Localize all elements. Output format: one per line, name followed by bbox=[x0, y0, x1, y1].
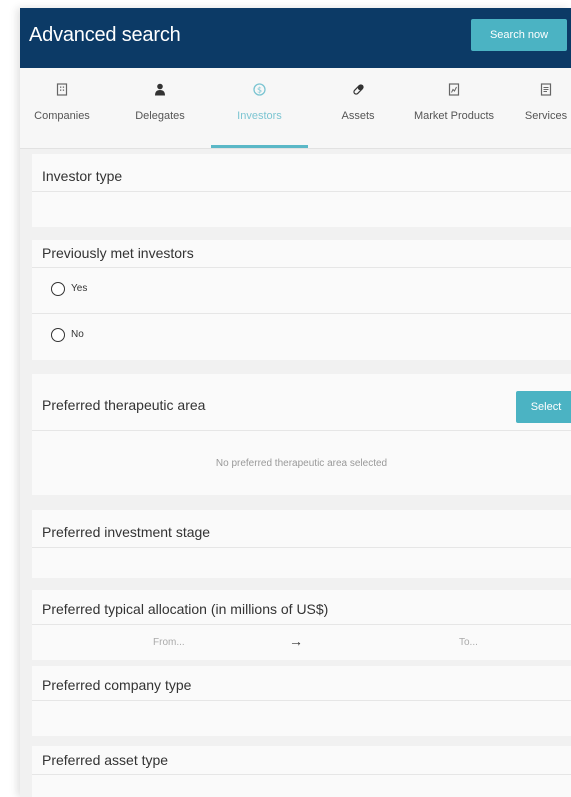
tab-label: Investors bbox=[237, 110, 282, 122]
radio-button[interactable] bbox=[51, 328, 65, 342]
empty-state-text: No preferred therapeutic area selected bbox=[215, 458, 388, 469]
tab-label: Services bbox=[524, 110, 568, 122]
search-now-button[interactable]: Search now bbox=[471, 19, 567, 51]
section-title: Previously met investors bbox=[42, 245, 194, 261]
investment-stage-section: Preferred investment stage bbox=[32, 510, 571, 578]
tab-companies[interactable]: Companies bbox=[22, 68, 102, 144]
radio-label: Yes bbox=[71, 283, 88, 294]
divider bbox=[32, 624, 571, 625]
typical-allocation-section: Preferred typical allocation (in million… bbox=[32, 590, 571, 660]
page-title: Advanced search bbox=[29, 24, 181, 46]
section-title: Preferred therapeutic area bbox=[42, 397, 206, 413]
select-therapeutic-area-button[interactable]: Select bbox=[516, 391, 571, 423]
advanced-search-panel: Advanced search Search now Companies Del… bbox=[20, 8, 571, 797]
arrow-right-icon: → bbox=[289, 633, 303, 649]
tab-label: Market Products bbox=[413, 110, 495, 122]
tab-label: Assets bbox=[341, 110, 375, 122]
header-bar: Advanced search Search now bbox=[20, 8, 571, 68]
radio-option-no[interactable]: No bbox=[32, 314, 571, 358]
tab-delegates[interactable]: Delegates bbox=[117, 68, 203, 144]
allocation-to-input[interactable]: To... bbox=[459, 637, 478, 648]
tab-label: Companies bbox=[34, 110, 90, 122]
radio-label: No bbox=[71, 329, 84, 340]
active-tab-indicator bbox=[211, 145, 308, 148]
investor-type-field[interactable] bbox=[32, 192, 571, 227]
radio-button[interactable] bbox=[51, 282, 65, 296]
asset-type-section: Preferred asset type bbox=[32, 746, 571, 797]
tab-investors[interactable]: $ Investors bbox=[211, 68, 308, 148]
document-icon bbox=[506, 83, 571, 97]
divider bbox=[32, 430, 571, 431]
asset-type-field[interactable] bbox=[32, 775, 571, 797]
svg-text:$: $ bbox=[257, 86, 262, 95]
allocation-from-input[interactable]: From... bbox=[153, 637, 185, 648]
section-title: Preferred asset type bbox=[42, 752, 169, 768]
tab-label: Delegates bbox=[135, 110, 185, 122]
section-title: Preferred company type bbox=[42, 677, 192, 693]
company-type-field[interactable] bbox=[32, 701, 571, 736]
section-title: Investor type bbox=[42, 168, 123, 184]
therapeutic-area-section: Preferred therapeutic area Select No pre… bbox=[32, 374, 571, 495]
radio-option-yes[interactable]: Yes bbox=[32, 268, 571, 312]
person-icon bbox=[117, 83, 203, 97]
building-icon bbox=[22, 83, 102, 97]
section-title: Preferred typical allocation (in million… bbox=[42, 601, 329, 617]
product-box-icon bbox=[408, 83, 500, 97]
previously-met-section: Previously met investors Yes No bbox=[32, 240, 571, 360]
pill-icon bbox=[316, 83, 400, 97]
tab-services[interactable]: Services bbox=[506, 68, 571, 144]
company-type-section: Preferred company type bbox=[32, 666, 571, 736]
coin-icon: $ bbox=[211, 83, 308, 97]
tab-bar: Companies Delegates $ Investors Assets M… bbox=[20, 68, 571, 149]
tab-assets[interactable]: Assets bbox=[316, 68, 400, 144]
tab-market-products[interactable]: Market Products bbox=[408, 68, 500, 144]
investor-type-section: Investor type bbox=[32, 154, 571, 227]
investment-stage-field[interactable] bbox=[32, 548, 571, 578]
section-title: Preferred investment stage bbox=[42, 524, 211, 540]
